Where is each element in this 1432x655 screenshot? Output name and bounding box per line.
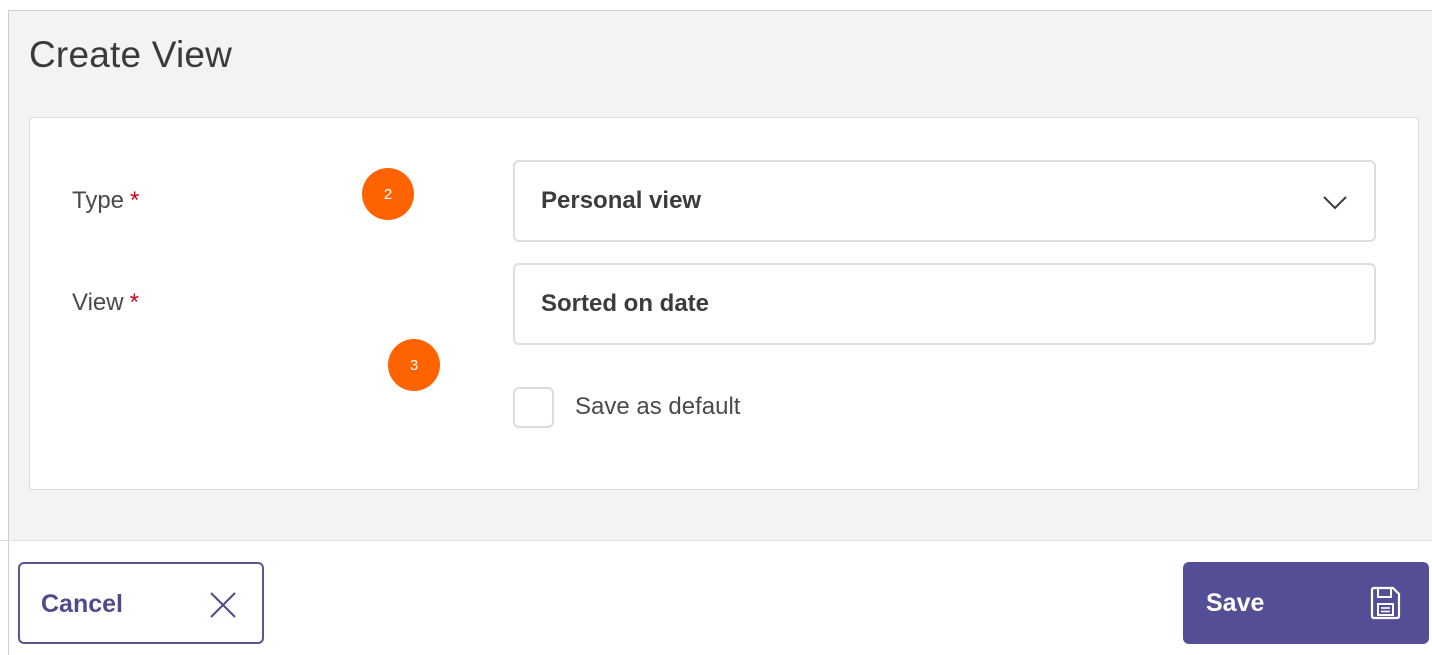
view-label-text: View bbox=[72, 289, 124, 316]
view-name-input[interactable]: Sorted on date bbox=[513, 263, 1376, 345]
create-view-dialog: Create View Type * 2 Personal view View * … bbox=[0, 0, 1432, 655]
cancel-button-label: Cancel bbox=[41, 590, 123, 618]
cancel-button[interactable]: Cancel bbox=[18, 562, 264, 644]
floppy-disk-icon bbox=[1370, 586, 1401, 620]
save-button-label: Save bbox=[1206, 589, 1265, 617]
view-label: View * bbox=[72, 289, 139, 317]
save-as-default-label[interactable]: Save as default bbox=[575, 393, 740, 421]
type-label: Type * bbox=[72, 187, 139, 215]
type-select[interactable]: Personal view bbox=[513, 160, 1376, 242]
type-label-text: Type bbox=[72, 187, 125, 214]
dialog-title: Create View bbox=[29, 34, 233, 75]
chevron-down-icon bbox=[1323, 196, 1347, 210]
footer-divider bbox=[0, 540, 1432, 541]
dialog-left-border bbox=[8, 540, 9, 655]
save-as-default-checkbox[interactable] bbox=[513, 387, 554, 428]
callout-badge-2: 2 bbox=[362, 168, 414, 220]
callout-badge-3: 3 bbox=[388, 339, 440, 391]
close-icon bbox=[210, 592, 236, 618]
view-required-mark: * bbox=[129, 289, 139, 316]
type-select-value: Personal view bbox=[541, 187, 702, 214]
view-name-value: Sorted on date bbox=[541, 290, 710, 317]
type-required-mark: * bbox=[130, 187, 140, 214]
save-button[interactable]: Save bbox=[1183, 562, 1429, 644]
